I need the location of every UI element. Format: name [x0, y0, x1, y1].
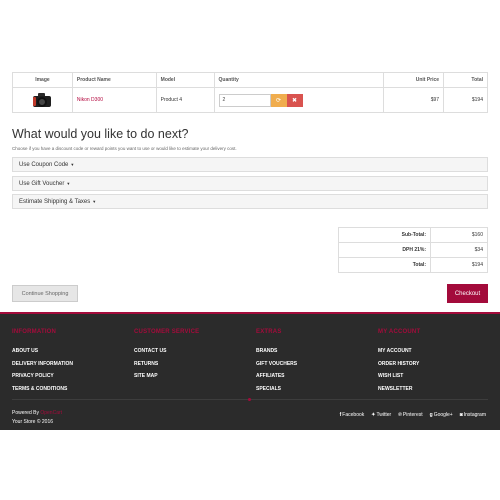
footer-link-order-history[interactable]: ORDER HISTORY [378, 358, 420, 371]
footer-column-customer-service: CUSTOMER SERVICE CONTACT US RETURNS SITE… [134, 329, 199, 383]
product-name-link[interactable]: Nikon D300 [77, 97, 103, 103]
continue-shopping-button[interactable]: Continue Shopping [12, 285, 78, 302]
social-links: fFacebook ✦Twitter ℗Pinterest gGoogle+ ◙… [340, 412, 486, 418]
shipping-panel-label: Estimate Shipping & Taxes [19, 198, 91, 205]
refresh-icon: ⟳ [276, 97, 282, 104]
col-total: Total [443, 72, 488, 88]
next-heading: What would you like to do next? [12, 127, 189, 141]
store-copyright: Your Store © 2016 [12, 419, 54, 425]
footer-heading: MY ACCOUNT [378, 329, 421, 335]
footer-link-delivery[interactable]: DELIVERY INFORMATION [12, 358, 73, 371]
pinterest-icon: ℗ [398, 412, 402, 418]
social-google-plus[interactable]: gGoogle+ [430, 412, 453, 418]
cart-table: Image Product Name Model Quantity Unit P… [12, 72, 488, 113]
footer-link-affiliates[interactable]: AFFILIATES [256, 370, 297, 383]
site-footer: INFORMATION ABOUT US DELIVERY INFORMATIO… [0, 312, 500, 430]
product-thumbnail[interactable] [12, 87, 73, 113]
col-model: Model [155, 72, 215, 88]
instagram-icon: ◙ [459, 412, 463, 418]
powered-by-text: Powered By [12, 410, 39, 416]
footer-heading: INFORMATION [12, 329, 57, 335]
powered-by-brand-link[interactable]: OpenCart [40, 410, 62, 416]
totals-row: Total: $194 [338, 257, 488, 273]
footer-link-my-account[interactable]: MY ACCOUNT [378, 345, 420, 358]
footer-link-contact[interactable]: CONTACT US [134, 345, 199, 358]
social-pinterest[interactable]: ℗Pinterest [398, 412, 422, 418]
tax-label: DPH 21%: [338, 242, 431, 258]
row-total: $194 [443, 87, 488, 113]
caret-down-icon: ▼ [92, 199, 97, 204]
footer-link-brands[interactable]: BRANDS [256, 345, 297, 358]
voucher-panel[interactable]: Use Gift Voucher ▼ [12, 176, 488, 191]
footer-column-my-account: MY ACCOUNT MY ACCOUNT ORDER HISTORY WISH… [378, 329, 420, 395]
coupon-panel[interactable]: Use Coupon Code ▼ [12, 157, 488, 172]
social-instagram[interactable]: ◙Instagram [460, 412, 486, 418]
total-label: Total: [338, 257, 431, 273]
footer-link-terms[interactable]: TERMS & CONDITIONS [12, 383, 73, 396]
totals-row: Sub-Total: $160 [338, 227, 488, 243]
footer-link-site-map[interactable]: SITE MAP [134, 370, 199, 383]
footer-divider-dot [248, 398, 251, 401]
remove-icon: ✖ [292, 97, 298, 104]
subtotal-value: $160 [430, 227, 488, 243]
next-subtitle: Choose if you have a discount code or re… [12, 146, 237, 151]
footer-link-specials[interactable]: SPECIALS [256, 383, 297, 396]
caret-down-icon: ▼ [70, 162, 75, 167]
totals-table: Sub-Total: $160 DPH 21%: $34 Total: $194 [338, 227, 488, 273]
col-image: Image [12, 72, 73, 88]
social-facebook[interactable]: fFacebook [340, 412, 365, 418]
totals-row: DPH 21%: $34 [338, 242, 488, 258]
footer-link-wish-list[interactable]: WISH LIST [378, 370, 420, 383]
footer-column-information: INFORMATION ABOUT US DELIVERY INFORMATIO… [12, 329, 73, 395]
checkout-button[interactable]: Checkout [447, 284, 488, 303]
footer-column-extras: EXTRAS BRANDS GIFT VOUCHERS AFFILIATES S… [256, 329, 297, 395]
twitter-icon: ✦ [371, 412, 376, 418]
quantity-group: 2 ⟳ ✖ [218, 93, 380, 107]
footer-link-gift-vouchers[interactable]: GIFT VOUCHERS [256, 358, 297, 371]
footer-link-returns[interactable]: RETURNS [134, 358, 199, 371]
cart-page: Image Product Name Model Quantity Unit P… [0, 0, 500, 500]
subtotal-label: Sub-Total: [338, 227, 431, 243]
total-value: $194 [430, 257, 488, 273]
remove-item-button[interactable]: ✖ [286, 93, 303, 107]
col-quantity: Quantity [213, 72, 385, 88]
caret-down-icon: ▼ [66, 181, 71, 186]
google-plus-icon: g [429, 412, 433, 418]
update-quantity-button[interactable]: ⟳ [270, 93, 287, 107]
powered-by: Powered By OpenCart [12, 410, 62, 416]
product-model: Product 4 [155, 87, 215, 113]
quantity-input[interactable]: 2 [218, 93, 271, 107]
voucher-panel-label: Use Gift Voucher [19, 180, 65, 187]
cart-header-row: Image Product Name Model Quantity Unit P… [12, 72, 488, 88]
camera-icon[interactable] [32, 93, 52, 107]
tax-value: $34 [430, 242, 488, 258]
col-unit-price: Unit Price [383, 72, 445, 88]
col-product-name: Product Name [71, 72, 157, 88]
unit-price: $97 [383, 87, 445, 113]
coupon-panel-label: Use Coupon Code [19, 161, 69, 168]
table-row: Nikon D300 Product 4 2 ⟳ ✖ $97 $194 [12, 87, 488, 113]
shipping-panel[interactable]: Estimate Shipping & Taxes ▼ [12, 194, 488, 209]
footer-link-about-us[interactable]: ABOUT US [12, 345, 73, 358]
footer-heading: CUSTOMER SERVICE [134, 329, 200, 335]
footer-link-newsletter[interactable]: NEWSLETTER [378, 383, 420, 396]
social-twitter[interactable]: ✦Twitter [371, 412, 391, 418]
footer-link-privacy[interactable]: PRIVACY POLICY [12, 370, 73, 383]
footer-heading: EXTRAS [256, 329, 282, 335]
